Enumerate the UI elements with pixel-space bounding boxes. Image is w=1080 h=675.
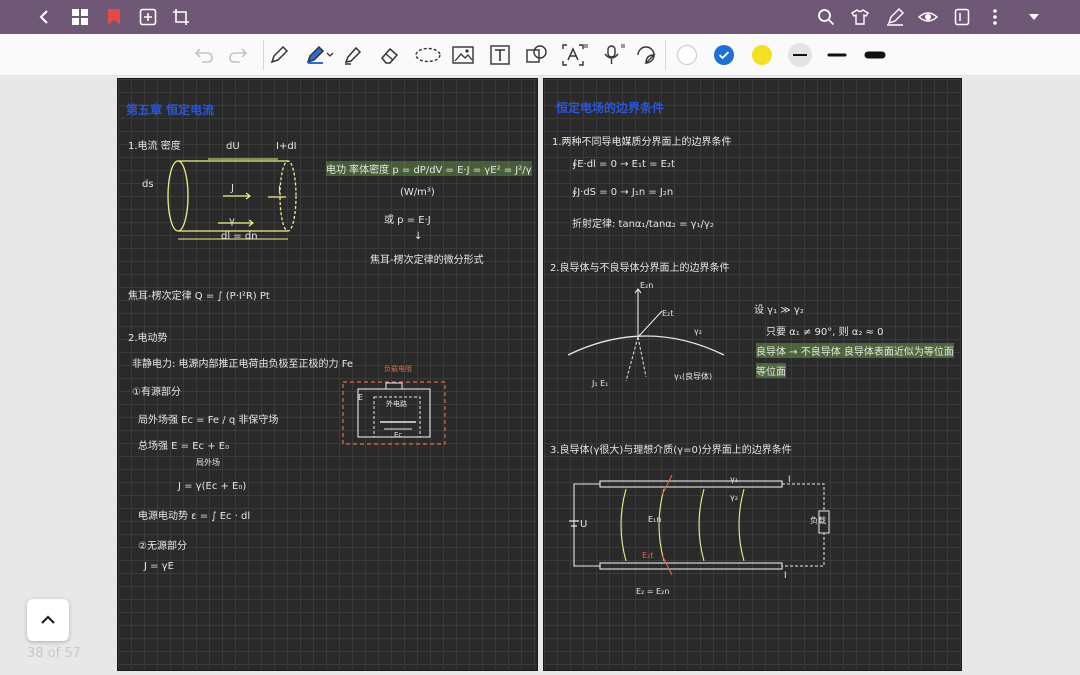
highlighter-icon[interactable]: [305, 44, 335, 66]
pen-tool-icon[interactable]: [268, 44, 290, 66]
crop-icon[interactable]: [171, 7, 191, 27]
stroke-thin-option[interactable]: [787, 43, 813, 67]
stroke-medium-option[interactable]: [826, 44, 848, 66]
add-page-icon[interactable]: [138, 7, 158, 27]
formula-line: 折射定律: tanα₁/tanα₂ = γ₁/γ₂: [572, 219, 714, 230]
annotation: 局外场: [196, 458, 220, 467]
parallel-line-diagram: [569, 474, 830, 576]
page-count: 38 of 57: [27, 646, 81, 661]
formula-line: ∮J·dS = 0 → J₁n = J₂n: [572, 187, 674, 198]
diagram-label: I: [784, 571, 787, 581]
diagram-label: γ₂: [694, 327, 702, 336]
section-heading: 1.两种不同导电媒质分界面上的边界条件: [552, 137, 732, 148]
eraser-icon[interactable]: [379, 44, 401, 66]
diagram-label: E₁n: [648, 515, 662, 524]
formula-line: (W/m³): [400, 187, 435, 198]
chevron-down-icon[interactable]: [1024, 7, 1044, 27]
pen-icon[interactable]: [885, 7, 905, 27]
diagram-label: γ₂: [730, 493, 738, 502]
image-icon[interactable]: [452, 44, 474, 66]
color-white-swatch[interactable]: [676, 44, 698, 66]
note-page-right[interactable]: 恒定电场的边界条件 1.两种不同导电媒质分界面上的边界条件 ∮E·dl = 0 …: [543, 78, 962, 671]
page-title: 恒定电场的边界条件: [556, 101, 665, 115]
formula-line: 局外场强 Ec = Fe / q 非保守场: [138, 415, 279, 426]
marker-icon[interactable]: [342, 44, 364, 66]
text-line: 非静电力: 电源内部推正电荷由负极至正极的力 Fe: [132, 359, 354, 370]
diagram-label: E₂ = E₂n: [636, 587, 670, 596]
grid-icon[interactable]: [70, 7, 90, 27]
app-topbar: [0, 0, 1080, 34]
text-line: 只要 α₁ ≠ 90°, 则 α₂ ≈ 0: [766, 327, 884, 338]
section-heading: 3.良导体(γ很大)与理想介质(γ=0)分界面上的边界条件: [550, 445, 792, 456]
bookmark-icon[interactable]: [104, 7, 124, 27]
formula-line: ∮E·dl = 0 → E₁t = E₂t: [572, 159, 675, 170]
diagram-label: l: [278, 185, 281, 196]
diagram-label: E₂t: [642, 551, 654, 560]
text-line: 设 γ₁ ≫ γ₂: [754, 305, 804, 316]
formula-line: 电功 率体密度 p = dP/dV = E·J = γE² = J²/γ: [326, 161, 532, 176]
note-page-left[interactable]: 第五章 恒定电流 1.电流 密度 dU I+dI ds J l γ dl = d…: [117, 78, 538, 671]
stroke-thick-option[interactable]: [864, 44, 886, 66]
toolbar-divider: [665, 40, 666, 70]
mic-icon[interactable]: [601, 44, 625, 66]
eye-icon[interactable]: [918, 7, 938, 27]
diagram-label: γ₁: [730, 475, 738, 484]
highlighted-line: 良导体 → 不良导体 良导体表面近似为等位面: [756, 343, 954, 358]
text-line: ②无源部分: [138, 541, 187, 552]
diagram-label: E₂n: [640, 281, 654, 290]
sticker-icon[interactable]: [635, 44, 657, 66]
circuit-label: 外电路: [386, 400, 407, 408]
lasso-icon[interactable]: [414, 44, 442, 66]
diagram-label: I+dI: [276, 141, 297, 152]
diagram-label: E₂t: [662, 309, 674, 318]
redo-icon[interactable]: [227, 44, 249, 66]
undo-icon[interactable]: [193, 44, 215, 66]
formula-line: 焦耳-楞次定律的微分形式: [370, 255, 484, 266]
circuit-diagram: [342, 381, 446, 445]
back-icon[interactable]: [34, 7, 54, 27]
formula-line: J = γ(Ec + E₀): [178, 481, 247, 492]
formula-line: 总场强 E = Ec + E₀: [138, 441, 230, 452]
search-icon[interactable]: [816, 7, 836, 27]
drawing-toolbar: [0, 34, 1080, 76]
diagram-label: J: [231, 183, 234, 194]
diagram-label: dl = dn: [221, 231, 258, 242]
diagram-label: γ: [229, 216, 235, 227]
text-icon[interactable]: [489, 44, 511, 66]
diagram-label: γ₁(良导体): [674, 372, 713, 381]
arrow-down: ↓: [414, 231, 423, 242]
diagram-label: U: [580, 519, 588, 530]
formula-line: J = γE: [144, 561, 174, 572]
diagram-label: dU: [226, 141, 240, 152]
color-blue-swatch[interactable]: [713, 44, 735, 66]
scroll-up-button[interactable]: [27, 599, 69, 641]
text-recognition-icon[interactable]: [562, 44, 588, 66]
formula-line: 焦耳-楞次定律 Q = ∫ (P·I²R) Pt: [128, 291, 270, 302]
diagram-label: 负载: [810, 516, 826, 525]
formula-line: 或 p = E·J: [384, 215, 431, 226]
diagram-label: ds: [142, 179, 154, 190]
book-icon[interactable]: [952, 7, 972, 27]
circuit-label: E: [358, 393, 364, 402]
circuit-label: Ec: [394, 431, 403, 439]
more-icon[interactable]: [985, 7, 1005, 27]
section-heading: 2.良导体与不良导体分界面上的边界条件: [550, 263, 730, 274]
shapes-icon[interactable]: [526, 44, 548, 66]
section-heading: 2.电动势: [128, 333, 168, 344]
formula-line: 电源电动势 ε = ∫ Ec · dl: [138, 511, 251, 522]
page-title: 第五章 恒定电流: [126, 103, 215, 117]
diagram-label: J₁ E₁: [592, 379, 609, 388]
text-line: ①有源部分: [132, 387, 181, 398]
diagram-label: I: [788, 475, 791, 485]
highlighted-line: 等位面: [756, 363, 786, 378]
shirt-icon[interactable]: [850, 7, 870, 27]
toolbar-divider: [263, 40, 264, 70]
circuit-label: 负载电阻: [384, 365, 412, 373]
color-yellow-swatch[interactable]: [751, 44, 773, 66]
chevron-up-icon: [41, 615, 55, 624]
